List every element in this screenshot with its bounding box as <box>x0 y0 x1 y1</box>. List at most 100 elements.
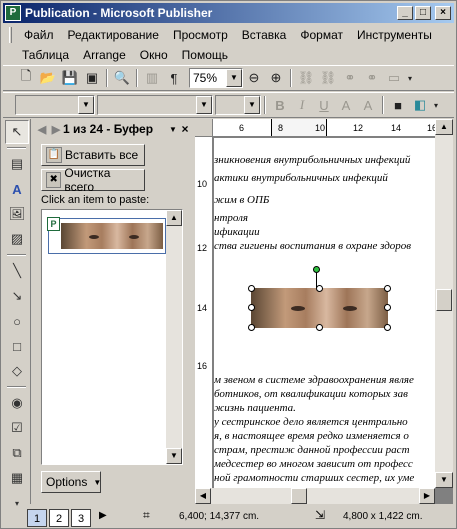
chevron-down-icon[interactable]: ▼ <box>167 125 179 134</box>
font-select[interactable]: ▼ <box>97 95 213 115</box>
document-area: 6 8 10 12 14 16 10 12 14 16 зникновения … <box>195 119 453 504</box>
menu-tools[interactable]: Инструменты <box>350 28 439 42</box>
menu-file[interactable]: Файл <box>17 28 61 42</box>
menu-format[interactable]: Формат <box>293 28 350 42</box>
resize-handle[interactable] <box>248 285 255 292</box>
new-icon[interactable]: 🗋 <box>15 67 37 89</box>
font-size-select[interactable]: ▼ <box>215 95 261 115</box>
resize-handle[interactable] <box>316 285 323 292</box>
picture-frame-icon[interactable]: 🖼 <box>5 202 29 226</box>
zoom-in-icon[interactable]: ⊕ <box>265 67 287 89</box>
scroll-down-icon[interactable]: ▼ <box>166 448 182 464</box>
open-icon[interactable]: 📂 <box>37 67 59 89</box>
design-gallery-icon[interactable]: ▦ <box>5 466 29 490</box>
page-tab-3[interactable]: 3 <box>71 509 91 527</box>
underline-button[interactable]: U <box>313 94 335 116</box>
chevron-down-icon[interactable]: ▼ <box>78 96 94 114</box>
publisher-icon[interactable]: P <box>5 5 21 21</box>
shadow-icon[interactable]: ■ <box>387 94 409 116</box>
selected-picture[interactable] <box>248 266 391 331</box>
scroll-left-icon[interactable]: ◀ <box>195 488 211 504</box>
italic-button[interactable]: I <box>291 94 313 116</box>
menu-grip[interactable] <box>9 27 12 43</box>
page-tab-1[interactable]: 1 <box>27 509 47 527</box>
scroll-thumb[interactable] <box>436 289 452 311</box>
scroll-up-icon[interactable]: ▲ <box>166 210 182 226</box>
zoom-out-icon[interactable]: ⊖ <box>243 67 265 89</box>
document-horizontal-scrollbar[interactable]: ◀ ▶ <box>195 488 435 504</box>
back-icon[interactable]: ◀ <box>35 123 49 136</box>
resize-handle[interactable] <box>248 304 255 311</box>
toolbar-options-icon[interactable]: ▾ <box>405 67 415 89</box>
grow-font-icon[interactable]: A <box>335 94 357 116</box>
menu-help[interactable]: Помощь <box>175 48 235 62</box>
print-preview-icon[interactable]: 🔍 <box>111 67 133 89</box>
page-nav-icon[interactable]: ▶ <box>99 510 107 521</box>
rotate-handle[interactable] <box>313 266 320 273</box>
form-control-icon[interactable]: ☑ <box>5 416 29 440</box>
resize-handle[interactable] <box>384 324 391 331</box>
resize-handle[interactable] <box>384 285 391 292</box>
ruler-tick: 16 <box>197 361 208 371</box>
scroll-up-icon[interactable]: ▲ <box>435 119 453 135</box>
resize-handle[interactable] <box>316 324 323 331</box>
zoom-select[interactable]: 75% ▼ <box>189 68 243 88</box>
menu-table[interactable]: Таблица <box>15 48 76 62</box>
line-icon[interactable]: ╲ <box>5 259 29 283</box>
chevron-down-icon[interactable]: ▼ <box>226 69 242 87</box>
html-fragment-icon[interactable]: ⧉ <box>5 441 29 465</box>
save-icon[interactable]: 💾 <box>59 67 81 89</box>
scroll-right-icon[interactable]: ▶ <box>419 488 435 504</box>
maximize-icon[interactable]: □ <box>415 6 431 20</box>
chain-icon[interactable]: ⚭ <box>339 67 361 89</box>
close-icon[interactable]: × <box>179 122 191 136</box>
ruler-corner[interactable] <box>195 119 213 137</box>
shrink-font-icon[interactable]: A <box>357 94 379 116</box>
publication-page[interactable]: зникновения внутрибольничных инфекций ак… <box>214 138 435 488</box>
wordart-icon[interactable]: A <box>5 177 29 201</box>
pointer-icon[interactable]: ↖ <box>5 120 29 144</box>
text-flow-icon[interactable]: ▭ <box>383 67 405 89</box>
menu-window[interactable]: Окно <box>133 48 175 62</box>
document-vertical-scrollbar[interactable]: ▲ ▼ <box>435 119 453 488</box>
3d-icon[interactable]: ◧ <box>409 94 431 116</box>
minimize-icon[interactable]: _ <box>397 6 413 20</box>
chevron-down-icon[interactable]: ▼ <box>244 96 260 114</box>
hotspot-icon[interactable]: ◉ <box>5 391 29 415</box>
resize-handle[interactable] <box>384 304 391 311</box>
unlink-icon[interactable]: ⛓ <box>317 67 339 89</box>
paste-all-button[interactable]: 📋 Вставить все <box>41 144 145 166</box>
forward-icon[interactable]: ▶ <box>49 123 63 136</box>
menu-view[interactable]: Просмотр <box>166 28 235 42</box>
clear-all-button[interactable]: ✖ Очистка всего <box>41 166 145 194</box>
page-tab-2[interactable]: 2 <box>49 509 69 527</box>
bold-button[interactable]: B <box>269 94 291 116</box>
menu-insert[interactable]: Вставка <box>235 28 294 42</box>
close-icon[interactable]: × <box>435 6 451 20</box>
clipboard-scrollbar[interactable]: ▲ ▼ <box>166 210 182 464</box>
vertical-ruler[interactable]: 10 12 14 16 <box>195 137 213 488</box>
scroll-down-icon[interactable]: ▼ <box>435 472 453 488</box>
rectangle-icon[interactable]: □ <box>5 334 29 358</box>
style-select[interactable]: ▼ <box>15 95 95 115</box>
web-preview-icon[interactable]: ▣ <box>81 67 103 89</box>
arrow-icon[interactable]: ↘ <box>5 284 29 308</box>
columns-icon[interactable]: ▥ <box>141 67 163 89</box>
clipboard-item[interactable]: P <box>47 217 166 254</box>
link-icon[interactable]: ⛓ <box>295 67 317 89</box>
scroll-thumb[interactable] <box>291 488 307 504</box>
menu-edit[interactable]: Редактирование <box>61 28 166 42</box>
menu-arrange[interactable]: Arrange <box>76 48 133 62</box>
chain-break-icon[interactable]: ⚭ <box>361 67 383 89</box>
clip-art-icon[interactable]: ▨ <box>5 227 29 251</box>
text-box-icon[interactable]: ▤ <box>5 152 29 176</box>
autoshapes-icon[interactable]: ◇ <box>5 359 29 383</box>
special-chars-icon[interactable]: ¶ <box>163 67 185 89</box>
horizontal-ruler[interactable]: 6 8 10 12 14 16 <box>213 119 435 137</box>
toolbar-options-icon[interactable]: ▾ <box>431 94 441 116</box>
options-button[interactable]: Options ▼ <box>41 471 101 493</box>
oval-icon[interactable]: ○ <box>5 309 29 333</box>
chevron-down-icon[interactable]: ▼ <box>196 96 212 114</box>
resize-handle[interactable] <box>248 324 255 331</box>
title-bar[interactable]: P Publication - Microsoft Publisher _ □ … <box>3 3 454 23</box>
